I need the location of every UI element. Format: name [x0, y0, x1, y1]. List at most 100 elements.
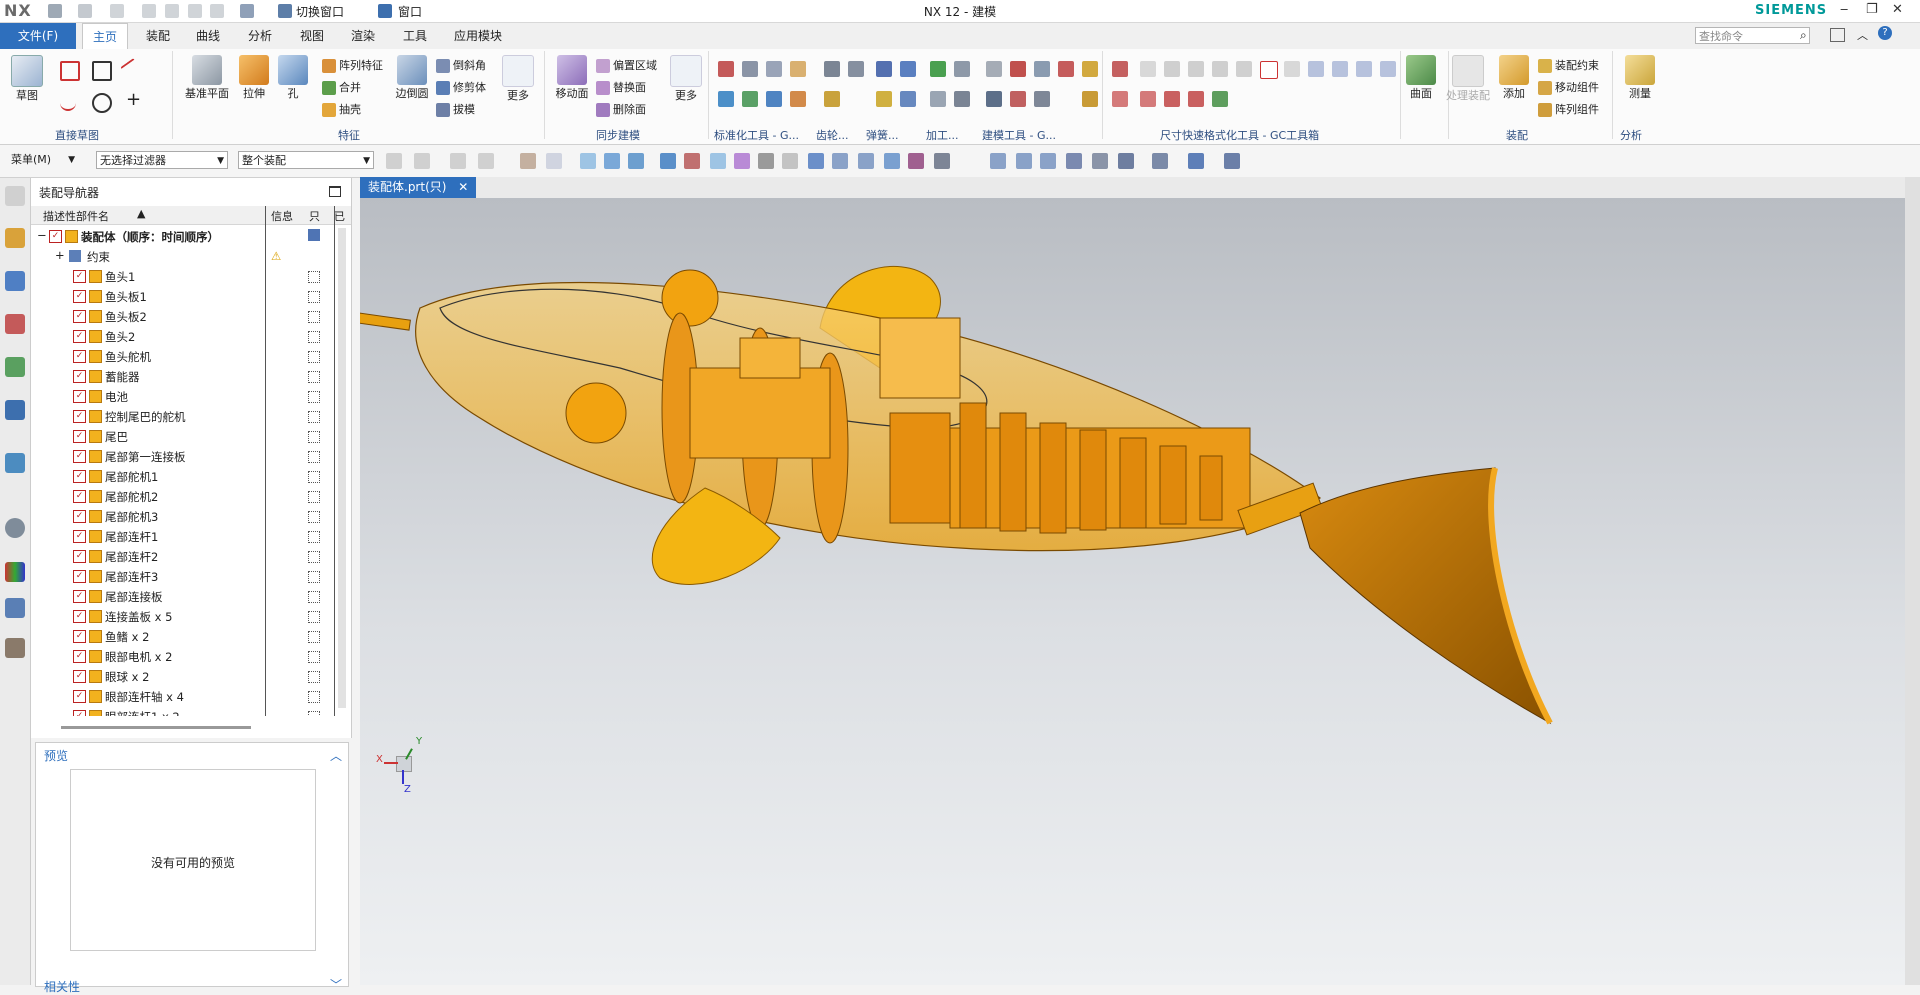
tree-component-row[interactable]: ✓ 眼部连杆轴 x 4: [31, 686, 331, 706]
assembly-constraint-button[interactable]: 装配约束: [1538, 57, 1599, 73]
snap-icon[interactable]: [734, 153, 750, 169]
snap-icon[interactable]: [832, 153, 848, 169]
snap-icon[interactable]: [604, 153, 620, 169]
tree-component-row[interactable]: ✓ 鱼头舵机: [31, 346, 331, 366]
checkbox[interactable]: ✓: [73, 510, 86, 523]
checkbox[interactable]: ✓: [73, 630, 86, 643]
checkbox[interactable]: ✓: [73, 410, 86, 423]
gear-icon[interactable]: [848, 61, 864, 77]
checkbox[interactable]: ✓: [73, 650, 86, 663]
select-face-icon[interactable]: [450, 153, 466, 169]
checkbox[interactable]: ✓: [73, 370, 86, 383]
view-icon[interactable]: [1092, 153, 1108, 169]
snap-icon[interactable]: [580, 153, 596, 169]
dimension-icon[interactable]: [1284, 61, 1300, 77]
snap-icon[interactable]: [808, 153, 824, 169]
select-feature-icon[interactable]: [386, 153, 402, 169]
close-icon[interactable]: ✕: [1892, 2, 1903, 17]
rectangle-icon[interactable]: [92, 61, 112, 81]
modeling-tool-icon[interactable]: [1082, 61, 1098, 77]
selection-filter-dropdown[interactable]: 无选择过滤器 ▼: [96, 151, 228, 169]
collapse-icon[interactable]: −: [37, 228, 47, 242]
dimension-icon[interactable]: [1140, 91, 1156, 107]
dimension-icon[interactable]: [1112, 91, 1128, 107]
view-icon[interactable]: [1040, 153, 1056, 169]
tree-component-row[interactable]: ✓ 尾部连杆2: [31, 546, 331, 566]
column-modified[interactable]: 已: [334, 208, 345, 224]
gc-tool-icon[interactable]: [766, 91, 782, 107]
more-feature-button[interactable]: 更多: [502, 55, 534, 103]
add-component-button[interactable]: 添加: [1496, 55, 1532, 101]
modeling-tool-icon[interactable]: [1034, 61, 1050, 77]
tab-analysis[interactable]: 分析: [238, 23, 282, 49]
move-component-button[interactable]: 移动组件: [1538, 79, 1599, 95]
view-icon[interactable]: [1188, 153, 1204, 169]
modeling-tool-icon[interactable]: [1010, 91, 1026, 107]
modeling-tool-icon[interactable]: [1010, 61, 1026, 77]
tab-home[interactable]: 主页: [82, 23, 129, 50]
modeling-tool-icon[interactable]: [986, 61, 1002, 77]
snap-icon[interactable]: [710, 153, 726, 169]
line-icon[interactable]: [120, 58, 144, 82]
help-icon[interactable]: ?: [1878, 26, 1892, 40]
dimension-icon[interactable]: [1140, 61, 1156, 77]
point-icon[interactable]: +: [126, 89, 141, 110]
dimension-icon[interactable]: [1112, 61, 1128, 77]
chamfer-button[interactable]: 倒斜角: [436, 57, 486, 73]
preview-title[interactable]: 预览: [44, 747, 68, 764]
tree-component-row[interactable]: ✓ 尾部连杆1: [31, 526, 331, 546]
snap-icon[interactable]: [628, 153, 644, 169]
part-navigator-icon[interactable]: [5, 314, 25, 334]
dimension-icon[interactable]: [1236, 61, 1252, 77]
snap-icon[interactable]: [934, 153, 950, 169]
search-icon[interactable]: ⌕: [1800, 28, 1807, 43]
tab-assembly[interactable]: 装配: [136, 23, 180, 49]
modeling-tool-icon[interactable]: [986, 91, 1002, 107]
file-menu[interactable]: 文件(F): [0, 23, 76, 49]
column-info[interactable]: 信息: [271, 208, 293, 224]
dimension-icon[interactable]: [1212, 61, 1228, 77]
machining-icon[interactable]: [930, 61, 946, 77]
measure-button[interactable]: 测量: [1622, 55, 1658, 101]
dimension-icon[interactable]: [1212, 91, 1228, 107]
tab-tools[interactable]: 工具: [393, 23, 437, 49]
tree-component-row[interactable]: ✓ 鱼头板2: [31, 306, 331, 326]
checkbox[interactable]: ✓: [73, 290, 86, 303]
checkbox[interactable]: ✓: [73, 690, 86, 703]
checkbox[interactable]: ✓: [73, 490, 86, 503]
tree-component-row[interactable]: ✓ 尾部舵机3: [31, 506, 331, 526]
close-icon[interactable]: ✕: [458, 180, 468, 194]
snap-icon[interactable]: [908, 153, 924, 169]
constraint-navigator-icon[interactable]: [5, 271, 25, 291]
column-readonly[interactable]: 只: [309, 208, 320, 224]
tree-component-row[interactable]: ✓ 尾部连杆3: [31, 566, 331, 586]
select-body-icon[interactable]: [414, 153, 430, 169]
tree-component-row[interactable]: ✓ 眼部电机 x 2: [31, 646, 331, 666]
pattern-feature-button[interactable]: 阵列特征: [322, 57, 383, 73]
modeling-tool-icon[interactable]: [1058, 61, 1074, 77]
checkbox[interactable]: ✓: [73, 430, 86, 443]
draft-button[interactable]: 拔模: [436, 101, 475, 117]
tree-component-row[interactable]: ✓ 电池: [31, 386, 331, 406]
vertical-scrollbar[interactable]: [338, 228, 346, 708]
tab-render[interactable]: 渲染: [341, 23, 385, 49]
gc-tool-icon[interactable]: [790, 91, 806, 107]
tree-component-row[interactable]: ✓ 尾部舵机1: [31, 466, 331, 486]
view-icon[interactable]: [990, 153, 1006, 169]
datum-plane-button[interactable]: 基准平面: [184, 55, 230, 101]
view-icon[interactable]: [1066, 153, 1082, 169]
reuse-library-icon[interactable]: [5, 357, 25, 377]
dimension-icon[interactable]: [1164, 61, 1180, 77]
dimension-icon[interactable]: [1380, 61, 1396, 77]
pattern-component-button[interactable]: 阵列组件: [1538, 101, 1599, 117]
gear-icon[interactable]: [824, 61, 840, 77]
modeling-tool-icon[interactable]: [1034, 91, 1050, 107]
edge-blend-button[interactable]: 边倒圆: [392, 55, 432, 101]
gc-tool-icon[interactable]: [718, 61, 734, 77]
dimension-icon[interactable]: [1260, 61, 1278, 79]
tree-component-row[interactable]: ✓ 鱼鳍 x 2: [31, 626, 331, 646]
tree-component-row[interactable]: ✓ 眼球 x 2: [31, 666, 331, 686]
tab-curve[interactable]: 曲线: [186, 23, 230, 49]
collapse-ribbon-icon[interactable]: ︿: [1857, 27, 1868, 43]
checkbox[interactable]: ✓: [73, 470, 86, 483]
